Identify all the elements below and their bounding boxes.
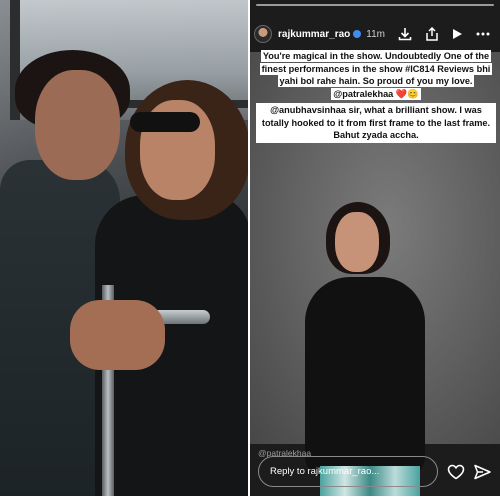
- download-icon[interactable]: [396, 25, 414, 43]
- play-icon[interactable]: [448, 25, 466, 43]
- story-header: rajkummar_rao 11m: [254, 23, 496, 45]
- share-icon[interactable]: [422, 25, 440, 43]
- story-caption: You're magical in the show. Undoubtedly …: [256, 50, 496, 143]
- more-icon[interactable]: [474, 25, 492, 43]
- sunglasses: [130, 112, 200, 132]
- post-time: 11m: [366, 28, 385, 40]
- heart-icon[interactable]: [446, 462, 466, 482]
- hands: [70, 300, 165, 370]
- send-icon[interactable]: [472, 462, 492, 482]
- story-progress-bar: [256, 4, 494, 6]
- caption-line-1: You're magical in the show. Undoubtedly …: [259, 50, 493, 100]
- reply-input[interactable]: Reply to rajkummar_rao...: [258, 456, 438, 487]
- bottom-border: [0, 496, 500, 500]
- girl-face: [335, 212, 379, 272]
- avatar[interactable]: [254, 25, 272, 43]
- girl-top: [305, 277, 425, 477]
- instagram-story: rajkummar_rao 11m You're magical in the …: [250, 0, 500, 500]
- caption-line-2: @anubhavsinhaa sir, what a brilliant sho…: [256, 103, 496, 143]
- verified-badge-icon: [353, 30, 362, 38]
- header-actions: [396, 23, 492, 45]
- man-face: [35, 70, 120, 180]
- couple-photo: [0, 0, 248, 500]
- username[interactable]: rajkummar_rao: [278, 29, 350, 40]
